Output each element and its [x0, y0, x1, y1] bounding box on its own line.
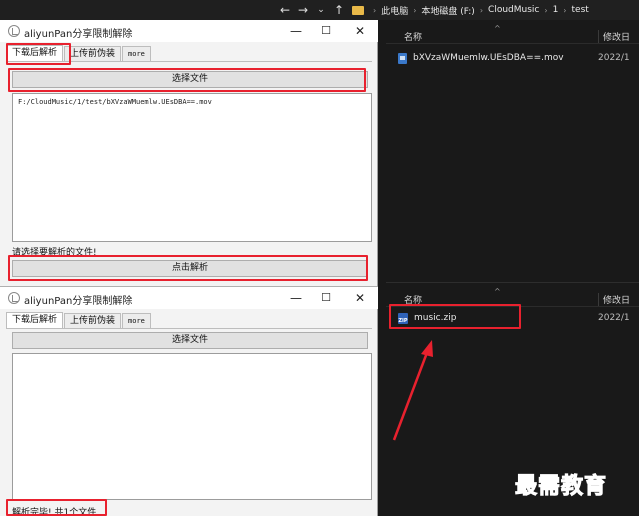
breadcrumb: › 此电脑 › 本地磁盘 (F:) › CloudMusic › 1 › tes…: [352, 4, 589, 17]
folder-icon: [352, 5, 364, 15]
breadcrumb-separator: ›: [544, 5, 548, 15]
video-file-icon: [398, 52, 407, 64]
back-arrow-icon[interactable]: ←: [276, 3, 294, 17]
file-date: 2022/1: [598, 313, 630, 323]
breadcrumb-this-pc[interactable]: 此电脑: [381, 4, 408, 17]
tab-bar: 下载后解析 上传前伪装 more: [6, 45, 372, 62]
app-window-after: aliyunPan分享限制解除 — ☐ ✕ 下载后解析 上传前伪装 more 选…: [0, 286, 378, 516]
file-row-mov[interactable]: bXVzaWMuemlw.UEsDBA==.mov 2022/1: [398, 50, 639, 66]
status-text: 解析完毕! 共1个文件: [12, 508, 97, 516]
tab-more[interactable]: more: [122, 46, 151, 61]
minimize-button[interactable]: —: [286, 289, 306, 307]
breadcrumb-separator: ›: [479, 5, 484, 15]
breadcrumb-local-disk[interactable]: 本地磁盘 (F:): [421, 4, 474, 17]
tab-disguise-before-upload[interactable]: 上传前伪装: [64, 46, 122, 61]
minimize-button[interactable]: —: [286, 22, 306, 40]
zip-file-icon: ZIP: [398, 312, 408, 324]
file-row-zip[interactable]: ZIP music.zip 2022/1: [398, 310, 639, 326]
title-bar[interactable]: aliyunPan分享限制解除 — ☐ ✕: [0, 20, 378, 42]
chevron-down-icon[interactable]: ⌄: [312, 5, 330, 15]
maximize-button[interactable]: ☐: [316, 289, 336, 307]
watermark-text: 最需教育: [514, 473, 608, 500]
choose-file-button[interactable]: 选择文件: [12, 332, 368, 349]
forward-arrow-icon[interactable]: →: [294, 3, 312, 17]
file-name: music.zip: [414, 313, 457, 323]
column-header: ^ 名称 修改日: [386, 24, 639, 44]
explorer-address-bar: ← → ⌄ ↑ › 此电脑 › 本地磁盘 (F:) › CloudMusic ›…: [270, 0, 639, 20]
app-logo-icon: [8, 292, 20, 304]
breadcrumb-cloudmusic[interactable]: CloudMusic: [488, 5, 539, 15]
up-arrow-icon[interactable]: ↑: [330, 3, 348, 17]
column-name[interactable]: 名称: [404, 30, 422, 43]
close-button[interactable]: ✕: [350, 22, 370, 40]
column-name[interactable]: 名称: [404, 293, 422, 306]
explorer-file-list-before: ^ 名称 修改日 bXVzaWMuemlw.UEsDBA==.mov 2022/…: [386, 20, 639, 282]
close-button[interactable]: ✕: [350, 289, 370, 307]
file-date: 2022/1: [598, 53, 630, 63]
window-title: aliyunPan分享限制解除: [24, 29, 133, 40]
column-modified-date[interactable]: 修改日: [598, 293, 630, 306]
tab-disguise-before-upload[interactable]: 上传前伪装: [64, 313, 122, 328]
file-name: bXVzaWMuemlw.UEsDBA==.mov: [413, 53, 564, 63]
file-path-textarea[interactable]: F:/CloudMusic/1/test/bXVzaWMuemlw.UEsDBA…: [12, 93, 372, 242]
sort-caret-icon: ^: [494, 24, 501, 33]
parse-button[interactable]: 点击解析: [12, 260, 368, 277]
tab-bar: 下载后解析 上传前伪装 more: [6, 312, 372, 329]
sort-caret-icon: ^: [494, 287, 501, 296]
column-modified-date[interactable]: 修改日: [598, 30, 630, 43]
breadcrumb-test[interactable]: test: [572, 5, 589, 15]
tab-parse-after-download[interactable]: 下载后解析: [6, 312, 64, 328]
breadcrumb-folder-1[interactable]: 1: [553, 5, 559, 15]
app-logo-icon: [8, 25, 20, 37]
choose-file-button[interactable]: 选择文件: [12, 71, 368, 88]
tab-parse-after-download[interactable]: 下载后解析: [6, 45, 64, 61]
breadcrumb-separator: ›: [563, 5, 567, 15]
tab-more[interactable]: more: [122, 313, 151, 328]
window-title: aliyunPan分享限制解除: [24, 296, 133, 307]
title-bar[interactable]: aliyunPan分享限制解除 — ☐ ✕: [0, 287, 378, 309]
app-window-before: aliyunPan分享限制解除 — ☐ ✕ 下载后解析 上传前伪装 more 选…: [0, 20, 378, 286]
status-text: 请选择要解析的文件!: [12, 248, 97, 258]
breadcrumb-separator: ›: [413, 5, 417, 15]
maximize-button[interactable]: ☐: [316, 22, 336, 40]
column-header: ^ 名称 修改日: [386, 287, 639, 307]
breadcrumb-separator: ›: [373, 5, 377, 15]
file-path-textarea[interactable]: [12, 353, 372, 500]
